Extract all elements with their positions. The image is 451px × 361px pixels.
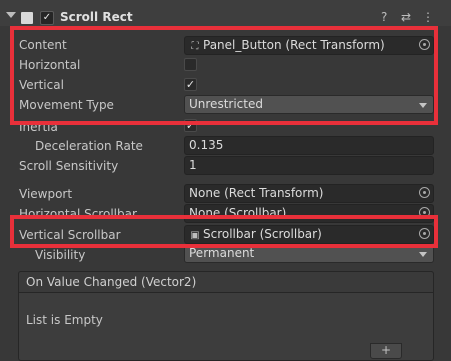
visibility-label: Visibility [35,248,86,262]
component-title: Scroll Rect [60,10,133,24]
scroll-rect-component-icon [21,12,33,24]
viewport-object-field[interactable]: None (Rect Transform) [184,184,434,203]
scroll-sensitivity-input[interactable]: 1 [184,156,434,175]
list-empty-text: List is Empty [26,313,103,327]
viewport-label: Viewport [19,187,73,201]
deceleration-rate-input[interactable]: 0.135 [184,136,434,155]
highlight-box-bottom [10,215,438,248]
object-picker-icon[interactable] [419,187,430,198]
viewport-value: None (Rect Transform) [189,186,324,200]
presets-icon[interactable]: ⇄ [401,10,411,24]
add-event-button[interactable]: + [370,343,402,359]
help-icon[interactable]: ? [381,10,387,24]
visibility-value: Permanent [189,246,255,260]
deceleration-rate-label: Deceleration Rate [35,139,143,153]
highlight-box-top [10,26,438,125]
event-header: On Value Changed (Vector2) [18,271,434,293]
component-enabled-checkbox[interactable]: ✓ [40,11,54,25]
fold-arrow-icon[interactable] [6,12,16,18]
chevron-down-icon [419,252,427,257]
component-menu-icon[interactable]: ⋮ [422,10,434,24]
scroll-sensitivity-label: Scroll Sensitivity [19,159,119,173]
